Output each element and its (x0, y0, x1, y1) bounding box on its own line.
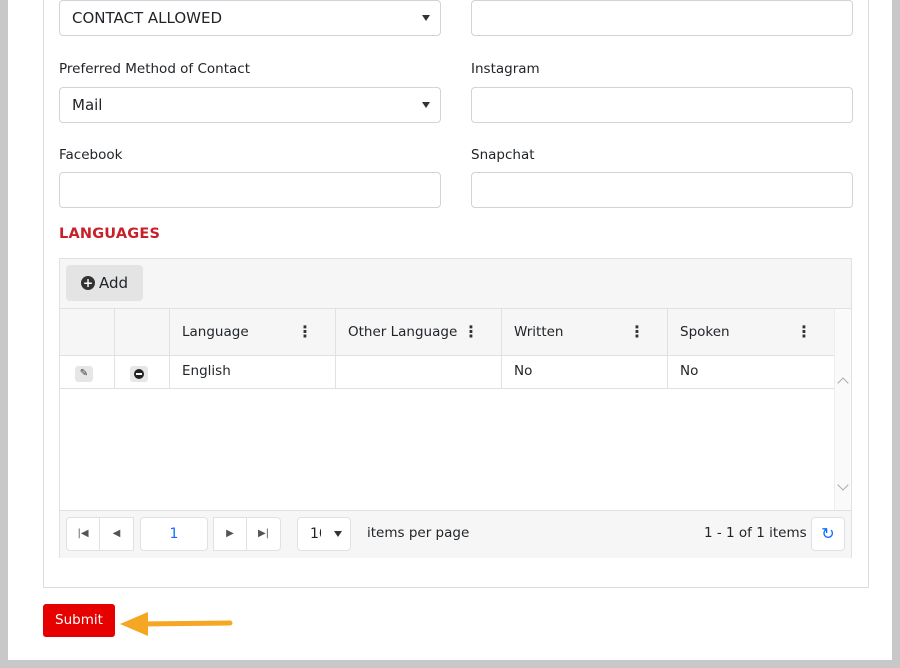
preferred-contact-select[interactable]: Mail (59, 87, 441, 123)
instagram-label: Instagram (471, 61, 540, 77)
facebook-input[interactable] (59, 172, 441, 208)
edit-icon[interactable]: ✎ (75, 366, 93, 382)
page-number-input[interactable]: 1 (140, 517, 208, 551)
remove-icon[interactable] (130, 366, 148, 382)
caret-down-icon (422, 15, 430, 21)
column-menu-icon[interactable]: ⋮ (796, 309, 812, 354)
header-spoken-label: Spoken (680, 324, 730, 340)
first-page-icon: |◀ (77, 528, 89, 539)
prev-page-button[interactable]: ◀ (99, 517, 134, 551)
column-menu-icon[interactable]: ⋮ (629, 309, 645, 354)
column-menu-icon[interactable]: ⋮ (297, 309, 313, 354)
refresh-icon: ↻ (821, 524, 835, 543)
refresh-button[interactable]: ↻ (811, 517, 845, 551)
page-size-value: 10 (310, 526, 321, 542)
grid-toolbar: + Add (60, 259, 851, 309)
add-language-button[interactable]: + Add (66, 265, 143, 301)
last-page-button[interactable]: ▶| (246, 517, 281, 551)
chevron-up-icon[interactable] (837, 377, 849, 389)
row-edit-cell: ✎ (60, 356, 115, 389)
column-menu-icon[interactable]: ⋮ (463, 309, 479, 354)
contact-status-select[interactable]: CONTACT ALLOWED (59, 0, 441, 36)
cell-language: English (170, 356, 336, 389)
cell-written: No (502, 356, 668, 389)
grid-header: Language ⋮ Other Language ⋮ Written ⋮ Sp… (60, 309, 835, 356)
submit-button[interactable]: Submit (43, 604, 115, 637)
page-size-select[interactable]: 10 (297, 517, 351, 551)
grid-pager: |◀ ◀ 1 ▶ ▶| 10 items per page 1 - 1 of 1… (60, 510, 851, 558)
header-written-label: Written (514, 324, 564, 340)
next-page-icon: ▶ (226, 528, 234, 539)
page: CONTACT ALLOWED Preferred Method of Cont… (8, 0, 892, 660)
add-language-label: Add (98, 274, 129, 292)
header-language[interactable]: Language ⋮ (170, 309, 336, 356)
header-written[interactable]: Written ⋮ (502, 309, 668, 356)
snapchat-label: Snapchat (471, 147, 535, 163)
grid-body: ✎ English No No (60, 356, 835, 510)
row-delete-cell (115, 356, 170, 389)
cell-other-language (336, 356, 502, 389)
last-page-icon: ▶| (257, 528, 270, 539)
snapchat-input[interactable] (471, 172, 853, 208)
instagram-input[interactable] (471, 87, 853, 123)
header-delete-col (115, 309, 170, 356)
items-per-page-label: items per page (367, 525, 470, 541)
languages-grid: + Add Language ⋮ Other Language ⋮ Writte… (59, 258, 852, 558)
contact-status-value: CONTACT ALLOWED (72, 9, 223, 27)
next-page-button[interactable]: ▶ (213, 517, 247, 551)
text-field-top-right[interactable] (471, 0, 853, 36)
preferred-contact-label: Preferred Method of Contact (59, 61, 251, 77)
cell-spoken: No (668, 356, 835, 389)
header-other-language-label: Other Language (348, 324, 458, 340)
chevron-down-icon[interactable] (837, 479, 849, 491)
header-language-label: Language (182, 324, 249, 340)
caret-down-icon (334, 531, 342, 537)
first-page-button[interactable]: |◀ (66, 517, 100, 551)
prev-page-icon: ◀ (112, 528, 121, 539)
facebook-label: Facebook (59, 147, 123, 163)
arrow-pointer-icon (120, 612, 233, 636)
languages-section-title: LANGUAGES (59, 226, 161, 242)
pager-summary: 1 - 1 of 1 items (704, 525, 807, 541)
preferred-contact-value: Mail (72, 96, 103, 114)
caret-down-icon (422, 102, 430, 108)
header-edit-col (60, 309, 115, 356)
header-other-language[interactable]: Other Language ⋮ (336, 309, 502, 356)
grid-vertical-scrollbar[interactable] (834, 309, 851, 510)
plus-circle-icon: + (80, 276, 95, 290)
header-spoken[interactable]: Spoken ⋮ (668, 309, 835, 356)
